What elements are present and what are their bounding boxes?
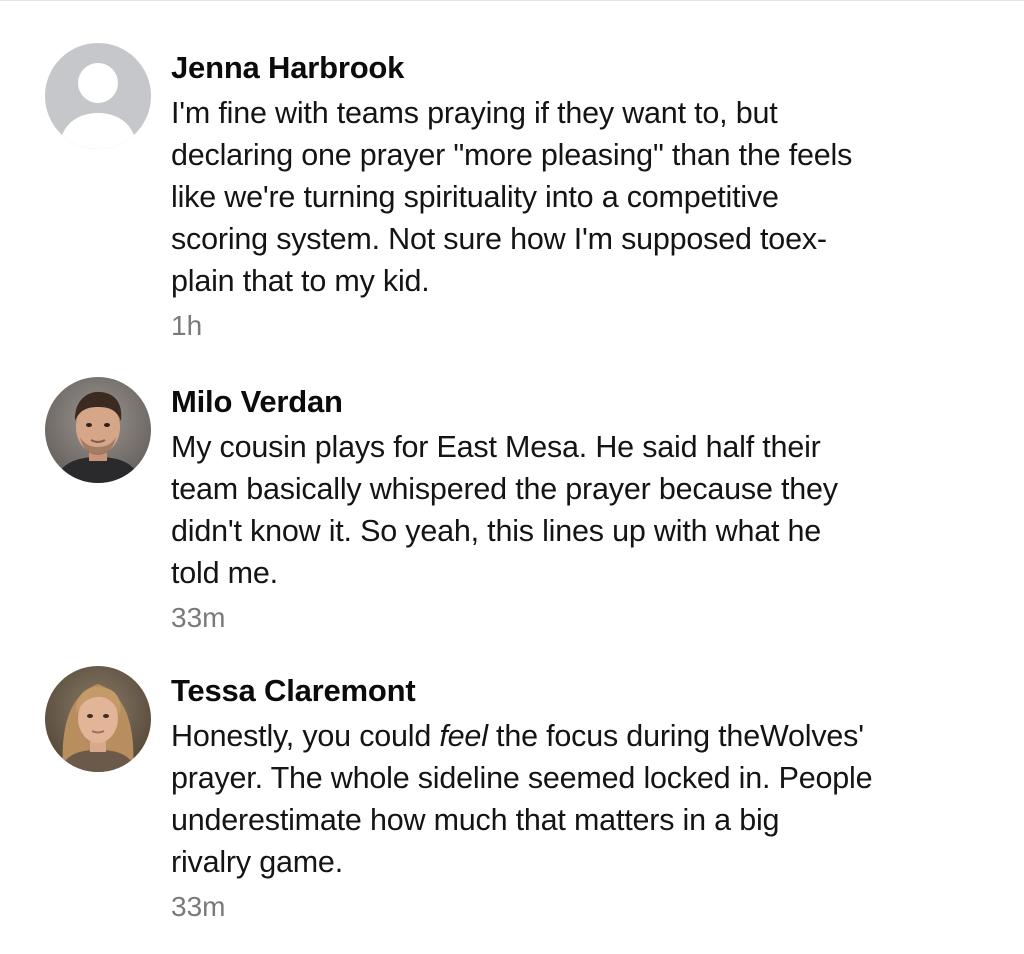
comment-text-line: I'm fine with teams praying if they want…: [171, 96, 778, 130]
comment-text-line: plain that to my kid.: [171, 264, 430, 298]
comment-timestamp[interactable]: 33m: [171, 889, 971, 925]
comment-text-line: Honestly, you could feel the focus durin…: [171, 715, 971, 757]
comment-text: Honestly, you could feel the focus durin…: [171, 715, 971, 883]
comment-author[interactable]: Milo Verdan: [171, 381, 971, 423]
comment-text-line: declaring one prayer "more pleasing" tha…: [171, 138, 853, 172]
comment-text-line: like we're turning spirituality into a c…: [171, 180, 779, 214]
comment-author[interactable]: Jenna Harbrook: [171, 47, 971, 89]
comment-text-line: scoring system. Not sure how I'm suppose…: [171, 222, 827, 256]
comment-text-line: rivalry game.: [171, 845, 343, 879]
comment-text-line: told me.: [171, 556, 278, 590]
avatar[interactable]: [45, 666, 151, 772]
avatar[interactable]: [45, 43, 151, 149]
avatar[interactable]: [45, 377, 151, 483]
comment-text-line: team basically whispered the prayer beca…: [171, 472, 838, 506]
comment-text-segment: the focus during theWolves': [487, 719, 864, 753]
man-profile-photo: [45, 377, 151, 483]
comment-timestamp[interactable]: 1h: [171, 308, 971, 344]
woman-profile-photo: [45, 666, 151, 772]
comment-text: I'm fine with teams praying if they want…: [171, 92, 971, 302]
comment-text-segment: Honestly, you could: [171, 719, 440, 753]
comment-body: Milo Verdan My cousin plays for East Mes…: [171, 381, 971, 636]
comment-author[interactable]: Tessa Claremont: [171, 670, 971, 712]
comment-body: Jenna Harbrook I'm fine with teams prayi…: [171, 47, 971, 344]
comment-text-emphasis: feel: [439, 719, 488, 753]
comment-list: Jenna Harbrook I'm fine with teams prayi…: [0, 0, 1024, 954]
comment-body: Tessa Claremont Honestly, you could feel…: [171, 670, 971, 925]
comment-text-line: My cousin plays for East Mesa. He said h…: [171, 430, 821, 464]
comment-text-line: didn't know it. So yeah, this lines up w…: [171, 514, 822, 548]
comment-text-line: prayer. The whole sideline seemed locked…: [171, 761, 873, 795]
default-user-icon: [45, 43, 151, 149]
comment-text: My cousin plays for East Mesa. He said h…: [171, 426, 971, 594]
comment-timestamp[interactable]: 33m: [171, 600, 971, 636]
comment-text-line: underestimate how much that matters in a…: [171, 803, 780, 837]
